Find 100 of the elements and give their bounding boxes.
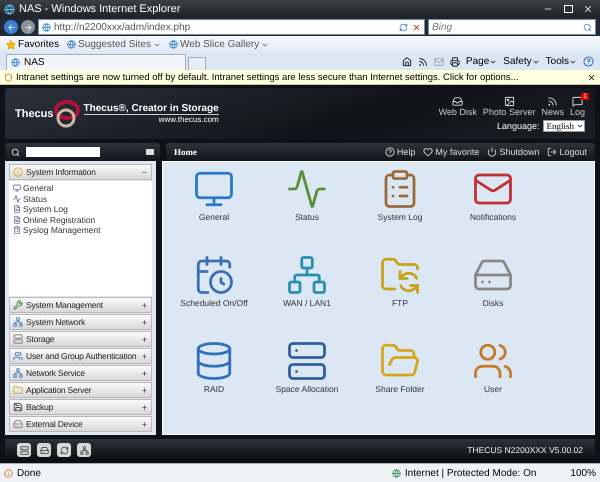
- status-text: Done: [17, 468, 42, 478]
- app-tile[interactable]: FTP: [355, 254, 445, 340]
- sidebar-item[interactable]: System Log: [13, 204, 148, 214]
- print-icon[interactable]: [450, 56, 460, 66]
- expand-icon: [141, 404, 148, 410]
- footer-button[interactable]: [77, 443, 91, 457]
- browser-tab[interactable]: NAS: [6, 54, 186, 70]
- zoom-level[interactable]: 100%: [570, 468, 596, 478]
- menu-button[interactable]: Tools: [546, 56, 577, 67]
- sidebar-section-header[interactable]: Backup: [9, 399, 152, 415]
- sidebar-item[interactable]: Online Registration: [13, 214, 148, 225]
- globe-icon: [4, 4, 15, 14]
- language-label: Language:: [496, 120, 540, 130]
- gauge-icon: [13, 194, 21, 203]
- app-tile[interactable]: Space Allocation: [262, 340, 352, 426]
- stop-icon[interactable]: [412, 22, 421, 32]
- help-icon: [384, 147, 395, 157]
- sidebar-section-header[interactable]: Application Server: [9, 382, 152, 398]
- app-tile[interactable]: Disks: [448, 254, 538, 340]
- close-icon: [583, 4, 593, 14]
- sidebar-item[interactable]: Status: [13, 194, 148, 204]
- shield-icon: [4, 72, 13, 82]
- sidebar-section-header[interactable]: System Management: [9, 297, 152, 313]
- sidebar-section-header[interactable]: Network Service: [9, 365, 152, 381]
- fan-icon: [60, 446, 68, 454]
- arrow-left-icon: [6, 22, 16, 32]
- heart-icon: [423, 147, 434, 157]
- logo-text: Thecus: [15, 108, 54, 120]
- toolbar-link[interactable]: My favorite: [423, 147, 480, 157]
- header-link[interactable]: Photo Server: [482, 96, 536, 116]
- search-icon: [11, 148, 20, 156]
- footer-button[interactable]: [57, 443, 71, 457]
- app-tile[interactable]: Share Folder: [355, 340, 445, 426]
- app-tile[interactable]: RAID: [169, 340, 259, 426]
- home-icon[interactable]: [402, 56, 412, 66]
- favorites-link[interactable]: Suggested Sites: [67, 39, 161, 50]
- globe-icon: [392, 468, 401, 478]
- forward-button[interactable]: [21, 20, 35, 34]
- users-icon: [13, 351, 23, 361]
- globe-icon: [168, 40, 178, 49]
- rss-icon[interactable]: [418, 56, 428, 66]
- sidebar-section-header[interactable]: User and Group Authentication: [9, 348, 152, 364]
- expand-icon: [141, 386, 148, 394]
- app-tile[interactable]: General: [169, 168, 259, 254]
- globe-icon: [42, 22, 51, 32]
- maximize-icon: [564, 5, 572, 13]
- close-icon[interactable]: [587, 72, 596, 82]
- search-field[interactable]: Bing: [432, 22, 583, 32]
- storage-icon: [13, 334, 23, 344]
- expand-icon: [141, 336, 148, 342]
- app-tile[interactable]: User: [448, 340, 538, 426]
- rss-icon: [547, 96, 558, 106]
- folder-icon: [13, 385, 23, 395]
- search-icon[interactable]: [583, 22, 592, 32]
- expand-icon: [141, 352, 148, 360]
- monitor-icon: [13, 184, 21, 192]
- sidebar-section-header[interactable]: System Information: [9, 164, 152, 180]
- favorites-link[interactable]: Web Slice Gallery: [168, 39, 270, 50]
- window-title: NAS - Windows Internet Explorer: [19, 3, 182, 15]
- expand-icon: [141, 318, 148, 326]
- app-tile[interactable]: Scheduled On/Off: [169, 254, 259, 340]
- clipboard-icon: [13, 226, 21, 234]
- header-link[interactable]: News: [541, 96, 564, 116]
- arrow-right-icon: [24, 22, 32, 32]
- favorites-button[interactable]: Favorites: [6, 39, 60, 50]
- toolbar-link[interactable]: Logout: [547, 147, 587, 157]
- search-box[interactable]: Bing: [428, 19, 596, 35]
- breadcrumb[interactable]: Home: [174, 147, 197, 157]
- app-tile[interactable]: WAN / LAN1: [262, 254, 352, 340]
- gauge-icon: [286, 168, 328, 210]
- app-tile[interactable]: System Log: [355, 168, 445, 254]
- website-text: www.thecus.com: [158, 115, 219, 124]
- help-icon[interactable]: [583, 56, 594, 67]
- language-select[interactable]: English: [543, 120, 585, 132]
- tools-icon: [13, 300, 23, 310]
- sidebar-section-header[interactable]: External Device: [9, 416, 152, 432]
- sidebar-search-field[interactable]: [26, 147, 100, 157]
- menu-button[interactable]: Safety: [503, 56, 540, 67]
- footer-button[interactable]: [17, 443, 31, 457]
- power-icon: [487, 147, 498, 157]
- footer-button[interactable]: [37, 443, 51, 457]
- expand-icon: [141, 302, 148, 308]
- sidebar-item[interactable]: Syslog Management: [13, 225, 148, 236]
- menu-button[interactable]: Page: [466, 56, 498, 67]
- app-tile[interactable]: Status: [262, 168, 352, 254]
- expand-icon: [141, 420, 148, 428]
- version-text: THECUS N2200XXX V5.00.02: [467, 445, 583, 455]
- toolbar-link[interactable]: Help: [384, 147, 416, 157]
- sidebar-section-header[interactable]: System Network: [9, 314, 152, 330]
- refresh-icon[interactable]: [399, 22, 408, 32]
- chat-icon: [572, 96, 583, 106]
- toolbar-link[interactable]: Shutdown: [487, 147, 540, 157]
- app-tile[interactable]: Notifications: [448, 168, 538, 254]
- address-field[interactable]: http://n2200xxx/adm/index.php: [38, 19, 425, 35]
- sidebar-section-header[interactable]: Storage: [9, 331, 152, 347]
- expand-icon: [141, 370, 148, 376]
- network-icon: [286, 254, 328, 296]
- sidebar-item[interactable]: General: [13, 183, 148, 194]
- header-link[interactable]: Web Disk: [438, 96, 477, 116]
- back-button[interactable]: [4, 20, 18, 34]
